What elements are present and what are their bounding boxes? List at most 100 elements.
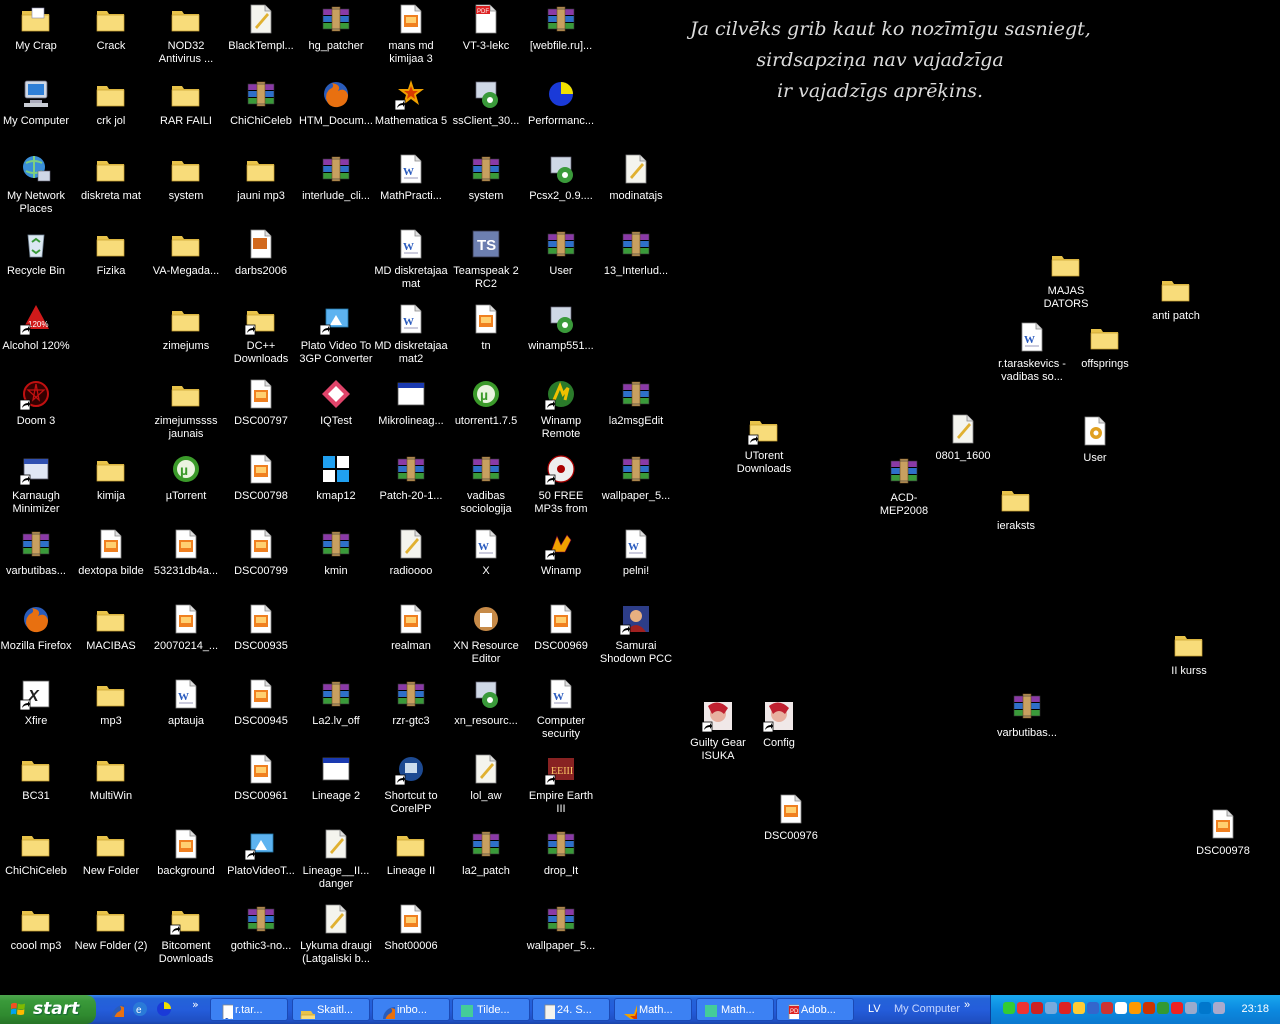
desktop-icon[interactable]: WX bbox=[449, 528, 523, 578]
desktop-icon[interactable]: II kurss bbox=[1152, 628, 1226, 678]
desktop-icon[interactable]: crk jol bbox=[74, 78, 148, 128]
taskbar-button[interactable]: Skaitl... bbox=[292, 998, 370, 1021]
desktop-icon[interactable]: Crack bbox=[74, 3, 148, 53]
desktop-icon[interactable]: lol_aw bbox=[449, 753, 523, 803]
tray-icon[interactable] bbox=[1031, 1002, 1043, 1014]
desktop-icon[interactable]: New Folder bbox=[74, 828, 148, 878]
desktop-icon[interactable]: la2_patch bbox=[449, 828, 523, 878]
desktop-icon[interactable]: DSC00797 bbox=[224, 378, 298, 428]
desktop-icon[interactable]: 53231db4a... bbox=[149, 528, 223, 578]
address-toolbar[interactable]: My Computer » bbox=[890, 999, 986, 1019]
desktop-icon[interactable]: DSC00978 bbox=[1186, 808, 1260, 858]
desktop-icon[interactable]: Mikrolineag... bbox=[374, 378, 448, 428]
desktop-icon[interactable]: Doom 3 bbox=[0, 378, 73, 428]
desktop-icon[interactable]: [webfile.ru]... bbox=[524, 3, 598, 53]
desktop-icon[interactable]: ChiChiCeleb bbox=[224, 78, 298, 128]
desktop-icon[interactable]: la2msgEdit bbox=[599, 378, 673, 428]
desktop-icon[interactable]: Performanc... bbox=[524, 78, 598, 128]
desktop[interactable]: Ja cilvēks grib kaut ko nozīmīgu sasnieg… bbox=[0, 0, 1280, 995]
taskbar-button[interactable]: 24. S... bbox=[532, 998, 610, 1021]
desktop-icon[interactable]: Config bbox=[742, 700, 816, 750]
taskbar-button[interactable]: Math... bbox=[696, 998, 774, 1021]
desktop-icon[interactable]: coool mp3 bbox=[0, 903, 73, 953]
desktop-icon[interactable]: Patch-20-1... bbox=[374, 453, 448, 503]
desktop-icon[interactable]: New Folder (2) bbox=[74, 903, 148, 953]
desktop-icon[interactable]: W Computer security bbox=[524, 678, 598, 741]
desktop-icon[interactable]: kmap12 bbox=[299, 453, 373, 503]
tray-icon[interactable] bbox=[1115, 1002, 1127, 1014]
taskbar-button[interactable]: Wr.tar... bbox=[210, 998, 288, 1021]
quick-launch-item[interactable]: e bbox=[132, 1001, 148, 1017]
desktop-icon[interactable]: gothic3-no... bbox=[224, 903, 298, 953]
tray-icon[interactable] bbox=[1003, 1002, 1015, 1014]
desktop-icon[interactable]: zimejumssss jaunais bbox=[149, 378, 223, 441]
desktop-icon[interactable]: Waptauja bbox=[149, 678, 223, 728]
tray-icon[interactable] bbox=[1171, 1002, 1183, 1014]
desktop-icon[interactable]: User bbox=[1058, 415, 1132, 465]
desktop-icon[interactable]: 13_Interlud... bbox=[599, 228, 673, 278]
desktop-icon[interactable]: zimejums bbox=[149, 303, 223, 353]
desktop-icon[interactable]: MultiWin bbox=[74, 753, 148, 803]
desktop-icon[interactable]: W MD diskretajaa mat bbox=[374, 228, 448, 291]
desktop-icon[interactable]: DC++ Downloads bbox=[224, 303, 298, 366]
desktop-icon[interactable]: Winamp Remote bbox=[524, 378, 598, 441]
desktop-icon[interactable]: ieraksts bbox=[979, 483, 1053, 533]
desktop-icon[interactable]: realman bbox=[374, 603, 448, 653]
desktop-icon[interactable]: mans md kimijaa 3 bbox=[374, 3, 448, 66]
tray-icon[interactable] bbox=[1213, 1002, 1225, 1014]
desktop-icon[interactable]: µ µTorrent bbox=[149, 453, 223, 503]
tray-icon[interactable] bbox=[1073, 1002, 1085, 1014]
desktop-icon[interactable]: jauni mp3 bbox=[224, 153, 298, 203]
desktop-icon[interactable]: EEIII Empire Earth III bbox=[524, 753, 598, 816]
desktop-icon[interactable]: dextopa bilde bbox=[74, 528, 148, 578]
desktop-icon[interactable]: Winamp bbox=[524, 528, 598, 578]
desktop-icon[interactable]: W MD diskretajaa mat2 bbox=[374, 303, 448, 366]
desktop-icon[interactable]: Wr.taraskevics - vadibas so... bbox=[995, 321, 1069, 384]
taskbar-button[interactable]: PDFAdob... bbox=[776, 998, 854, 1021]
taskbar-button[interactable]: Tilde... bbox=[452, 998, 530, 1021]
desktop-icon[interactable]: DSC00935 bbox=[224, 603, 298, 653]
desktop-icon[interactable]: 20070214_... bbox=[149, 603, 223, 653]
desktop-icon[interactable]: wallpaper_5... bbox=[524, 903, 598, 953]
taskbar-button[interactable]: Math... bbox=[614, 998, 692, 1021]
desktop-icon[interactable]: DSC00945 bbox=[224, 678, 298, 728]
desktop-icon[interactable]: wallpaper_5... bbox=[599, 453, 673, 503]
desktop-icon[interactable]: DSC00799 bbox=[224, 528, 298, 578]
tray-icon[interactable] bbox=[1157, 1002, 1169, 1014]
desktop-icon[interactable]: 120% Alcohol 120% bbox=[0, 303, 73, 353]
desktop-icon[interactable]: Plato Video To 3GP Converter bbox=[299, 303, 373, 366]
desktop-icon[interactable]: modinatajs bbox=[599, 153, 673, 203]
desktop-icon[interactable]: Shot00006 bbox=[374, 903, 448, 953]
tray-icon[interactable] bbox=[1101, 1002, 1113, 1014]
tray-icon[interactable] bbox=[1017, 1002, 1029, 1014]
desktop-icon[interactable]: 50 FREE MP3s from eMusic! bbox=[524, 453, 598, 516]
desktop-icon[interactable]: kmin bbox=[299, 528, 373, 578]
desktop-icon[interactable]: Lykuma draugi (Latgaliski b... bbox=[299, 903, 373, 966]
desktop-icon[interactable]: hg_patcher bbox=[299, 3, 373, 53]
tray-icon[interactable] bbox=[1143, 1002, 1155, 1014]
desktop-icon[interactable]: My Computer bbox=[0, 78, 73, 128]
desktop-icon[interactable]: W MathPracti... bbox=[374, 153, 448, 203]
desktop-icon[interactable]: darbs2006 bbox=[224, 228, 298, 278]
tray-icon[interactable] bbox=[1045, 1002, 1057, 1014]
desktop-icon[interactable]: XN Resource Editor bbox=[449, 603, 523, 666]
desktop-icon[interactable]: IQTest bbox=[299, 378, 373, 428]
desktop-icon[interactable]: DSC00961 bbox=[224, 753, 298, 803]
desktop-icon[interactable]: HTM_Docum... bbox=[299, 78, 373, 128]
desktop-icon[interactable]: My Crap bbox=[0, 3, 73, 53]
desktop-icon[interactable]: varbutibas... bbox=[990, 690, 1064, 740]
desktop-icon[interactable]: mp3 bbox=[74, 678, 148, 728]
desktop-icon[interactable]: BlackTempl... bbox=[224, 3, 298, 53]
desktop-icon[interactable]: My Network Places bbox=[0, 153, 73, 216]
desktop-icon[interactable]: varbutibas... bbox=[0, 528, 73, 578]
desktop-icon[interactable]: drop_It bbox=[524, 828, 598, 878]
language-indicator[interactable]: LV bbox=[868, 995, 881, 1024]
desktop-icon[interactable]: Lineage__II... danger bbox=[299, 828, 373, 891]
tray-icon[interactable] bbox=[1129, 1002, 1141, 1014]
start-button[interactable]: start bbox=[0, 995, 96, 1024]
desktop-icon[interactable]: PDF VT-3-lekc bbox=[449, 3, 523, 53]
desktop-icon[interactable]: User bbox=[524, 228, 598, 278]
desktop-icon[interactable]: NOD32 Antivirus ... bbox=[149, 3, 223, 66]
desktop-icon[interactable]: xn_resourc... bbox=[449, 678, 523, 728]
desktop-icon[interactable]: Mathematica 5 bbox=[374, 78, 448, 128]
